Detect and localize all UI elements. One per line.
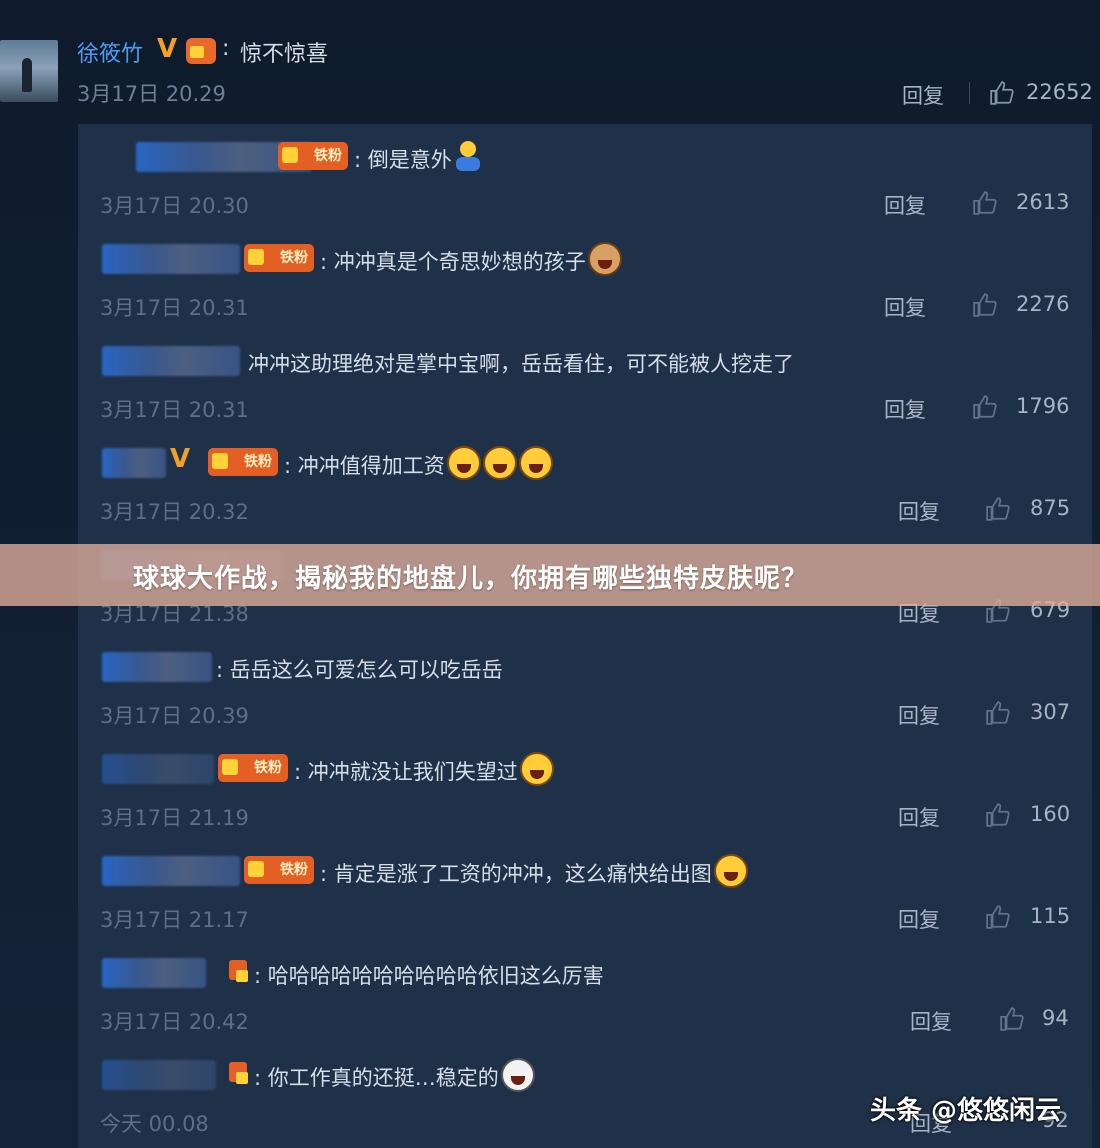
comment-time: 3月17日 20.29 — [77, 82, 226, 106]
comment-colon: : — [222, 36, 230, 61]
comment-text: 惊不惊喜 — [240, 42, 329, 67]
reply-button[interactable]: 回复 — [898, 700, 940, 730]
reply-text: : 冲冲真是个奇思妙想的孩子 — [320, 242, 622, 280]
crown-badge-icon — [186, 38, 216, 64]
fan-badge: 铁粉 — [278, 142, 348, 170]
like-count: 875 — [1030, 496, 1071, 520]
blurred-username — [102, 448, 166, 478]
watermark: 头条 @悠悠闲云 — [870, 1096, 1062, 1126]
blurred-username — [102, 754, 214, 784]
reply-time: 3月17日 20.31 — [100, 296, 249, 320]
like-count: 2613 — [1016, 190, 1070, 214]
thumbs-up-icon[interactable] — [998, 1006, 1026, 1032]
reply-text: : 肯定是涨了工资的冲冲，这么痛快给出图 — [320, 854, 748, 892]
reply-button[interactable]: 回复 — [898, 802, 940, 832]
avatar[interactable] — [0, 40, 58, 102]
reply-time: 3月17日 20.39 — [100, 704, 249, 728]
fan-badge: 铁粉 — [244, 244, 314, 272]
reply-button[interactable]: 回复 — [884, 394, 926, 424]
like-count: 2276 — [1016, 292, 1070, 316]
level-badge-icon — [226, 958, 252, 986]
reply-time: 3月17日 20.31 — [100, 398, 249, 422]
reply-button[interactable]: 回复 — [898, 496, 940, 526]
like-count: 307 — [1030, 700, 1071, 724]
reply-item: V 铁粉 : 倒是意外 3月17日 20.30 回复 2613 — [78, 130, 1092, 232]
blurred-username — [102, 346, 240, 376]
reply-button[interactable]: 回复 — [910, 1006, 952, 1036]
banner-title: 球球大作战，揭秘我的地盘儿，你拥有哪些独特皮肤呢？ — [133, 564, 809, 594]
thumbs-up-icon[interactable] — [988, 80, 1016, 106]
like-count: 22652 — [1026, 80, 1093, 104]
reply-time: 3月17日 20.42 — [100, 1010, 249, 1034]
reply-item: : 哈哈哈哈哈哈哈哈哈哈依旧这么厉害 3月17日 20.42 回复 94 — [78, 946, 1092, 1048]
blurred-username — [102, 244, 240, 274]
reply-time: 3月17日 20.30 — [100, 194, 249, 218]
reply-item: 铁粉 : 冲冲就没让我们失望过 3月17日 21.19 回复 160 — [78, 742, 1092, 844]
like-count: 1796 — [1016, 394, 1070, 418]
like-count: 115 — [1030, 904, 1071, 928]
like-count: 160 — [1030, 802, 1071, 826]
verified-badge-icon: V — [157, 34, 178, 64]
thumbs-up-icon[interactable] — [971, 190, 999, 216]
reply-button[interactable]: 回复 — [884, 190, 926, 220]
reply-button[interactable]: 回复 — [884, 292, 926, 322]
laughing-tears-emoji-icon — [713, 854, 748, 888]
fan-badge: 铁粉 — [244, 856, 314, 884]
blurred-username — [102, 652, 212, 682]
laughing-emoji-icon — [518, 446, 553, 480]
verified-badge-icon: V — [170, 444, 191, 474]
comment-page: 徐筱竹 V : 惊不惊喜 3月17日 20.29 回复 22652 V 铁粉 :… — [0, 0, 1100, 1148]
like-count: 94 — [1042, 1006, 1069, 1030]
laughing-emoji-icon — [519, 752, 554, 786]
fan-badge: 铁粉 — [218, 754, 288, 782]
dog-emoji-icon — [587, 242, 622, 276]
laughing-emoji-icon — [446, 446, 481, 480]
laughing-emoji-icon — [482, 446, 517, 480]
scared-emoji-icon — [500, 1058, 535, 1092]
reply-item: 铁粉 : 冲冲真是个奇思妙想的孩子 3月17日 20.31 回复 2276 — [78, 232, 1092, 334]
person-emoji-icon — [454, 141, 482, 173]
reply-item: 铁粉 : 肯定是涨了工资的冲冲，这么痛快给出图 3月17日 21.17 回复 1… — [78, 844, 1092, 946]
comment-username[interactable]: 徐筱竹 — [77, 36, 143, 68]
blurred-username — [102, 958, 206, 988]
reply-text: : 哈哈哈哈哈哈哈哈哈哈依旧这么厉害 — [254, 964, 604, 988]
divider — [969, 82, 970, 104]
reply-time: 今天 00.08 — [100, 1112, 209, 1136]
level-badge-icon — [226, 1060, 252, 1088]
reply-text: 冲冲这助理绝对是掌中宝啊，岳岳看住，可不能被人挖走了 — [248, 352, 794, 376]
reply-time: 3月17日 20.32 — [100, 500, 249, 524]
reply-item: : 岳岳这么可爱怎么可以吃岳岳 3月17日 20.39 回复 307 — [78, 640, 1092, 742]
reply-button[interactable]: 回复 — [902, 80, 944, 110]
reply-time: 3月17日 21.19 — [100, 806, 249, 830]
top-comment: 徐筱竹 V : 惊不惊喜 3月17日 20.29 回复 22652 — [0, 28, 1100, 118]
title-banner: 球球大作战，揭秘我的地盘儿，你拥有哪些独特皮肤呢？ — [0, 544, 1100, 606]
thumbs-up-icon[interactable] — [984, 700, 1012, 726]
reply-text: : 倒是意外 — [354, 141, 482, 177]
reply-time: 3月17日 21.17 — [100, 908, 249, 932]
thumbs-up-icon[interactable] — [984, 802, 1012, 828]
reply-item: V 铁粉 : 冲冲值得加工资 3月17日 20.32 回复 875 — [78, 436, 1092, 538]
fan-badge: 铁粉 — [208, 448, 278, 476]
reply-item: 冲冲这助理绝对是掌中宝啊，岳岳看住，可不能被人挖走了 3月17日 20.31 回… — [78, 334, 1092, 436]
reply-text: : 冲冲就没让我们失望过 — [294, 752, 554, 790]
thumbs-up-icon[interactable] — [971, 394, 999, 420]
reply-text: : 冲冲值得加工资 — [284, 446, 553, 484]
replies-panel: V 铁粉 : 倒是意外 3月17日 20.30 回复 2613 铁粉 : 冲冲真… — [78, 124, 1092, 1148]
blurred-username — [102, 856, 240, 886]
reply-text: : 岳岳这么可爱怎么可以吃岳岳 — [216, 658, 503, 682]
reply-text: : 你工作真的还挺…稳定的 — [254, 1058, 535, 1096]
thumbs-up-icon[interactable] — [984, 904, 1012, 930]
thumbs-up-icon[interactable] — [984, 496, 1012, 522]
reply-button[interactable]: 回复 — [898, 904, 940, 934]
blurred-username — [102, 1060, 216, 1090]
thumbs-up-icon[interactable] — [971, 292, 999, 318]
